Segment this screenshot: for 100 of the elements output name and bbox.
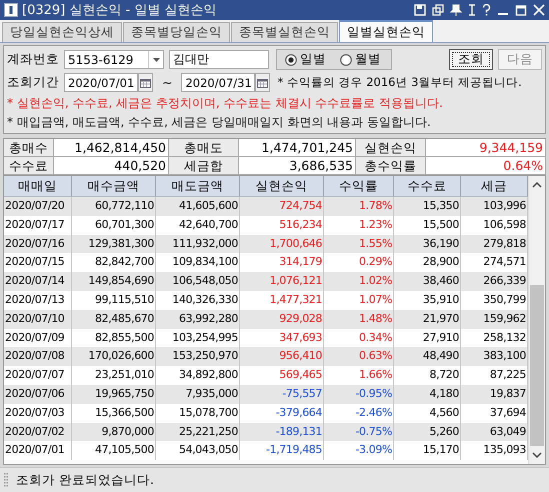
tab[interactable]: 종목별당일손익: [123, 22, 230, 42]
table-cell: 724,754: [240, 197, 324, 216]
scroll-thumb[interactable]: [530, 284, 544, 446]
table-cell: 2020/07/13: [4, 290, 72, 310]
table-cell: 21,970: [394, 310, 461, 329]
table-cell: 19,837: [461, 384, 528, 404]
summary-label: 총수익률: [356, 157, 426, 175]
table-cell: 15,366,500: [72, 404, 156, 423]
table-cell: 2020/07/02: [4, 422, 72, 442]
summary-value: 1,462,814,450: [54, 139, 169, 157]
table-cell: 1.48%: [324, 310, 394, 329]
column-header[interactable]: 매매일: [4, 176, 72, 197]
table-cell: 0.29%: [324, 253, 394, 272]
period-radio[interactable]: 일별: [285, 51, 326, 68]
table-cell: 1.23%: [324, 216, 394, 235]
summary-label: 수수료: [4, 157, 54, 175]
account-dropdown[interactable]: 5153-6129: [64, 50, 164, 69]
column-header[interactable]: 세금: [461, 176, 528, 197]
summary-value: 9,344,159: [426, 139, 546, 157]
table-cell: 87,225: [461, 366, 528, 385]
calendar-icon[interactable]: [140, 78, 151, 88]
column-header[interactable]: 수익률: [324, 176, 394, 197]
table-cell: 140,326,330: [156, 290, 240, 310]
account-name-field[interactable]: 김대만: [169, 50, 269, 69]
table-cell: 279,818: [461, 234, 528, 254]
table-cell: 15,078,700: [156, 404, 240, 423]
scrollbar[interactable]: [528, 176, 545, 464]
table-cell: 2020/07/08: [4, 347, 72, 366]
tab[interactable]: 종목별실현손익: [231, 22, 338, 42]
table-cell: 38,460: [394, 272, 461, 291]
table-cell: 41,605,600: [156, 197, 240, 216]
column-header[interactable]: 매수금액: [72, 176, 156, 197]
search-button[interactable]: 조회: [449, 49, 493, 70]
info-note: * 수익률의 경우 2016년 3월부터 제공됩니다.: [277, 75, 522, 90]
summary-value: 0.64%: [426, 157, 546, 175]
table-cell: 8,720: [394, 366, 461, 385]
table-cell: 19,965,750: [72, 384, 156, 404]
column-header[interactable]: 실현손익: [240, 176, 324, 197]
table-cell: 170,026,600: [72, 347, 156, 366]
help-icon[interactable]: [482, 4, 491, 16]
table-cell: 42,640,700: [156, 216, 240, 235]
period-label: 조회기간: [7, 74, 59, 91]
table-cell: 99,115,510: [72, 290, 156, 310]
table-cell: 383,100: [461, 347, 528, 366]
table-cell: 1.66%: [324, 366, 394, 385]
tab[interactable]: 당일실현손익상세: [2, 22, 122, 42]
table-cell: 2020/07/17: [4, 216, 72, 235]
table-cell: 1,700,646: [240, 234, 324, 254]
table-cell: 82,855,500: [72, 328, 156, 348]
table-cell: 15,170: [394, 441, 461, 460]
table-cell: 2020/07/16: [4, 234, 72, 254]
table-cell: 82,485,670: [72, 310, 156, 329]
maximize-icon[interactable]: [515, 4, 527, 16]
text-cursor-icon[interactable]: [468, 4, 476, 16]
copy-icon[interactable]: [432, 4, 444, 16]
table-cell: -3.09%: [324, 441, 394, 460]
end-date-field[interactable]: 2020/07/31: [181, 73, 256, 92]
summary-value: 3,686,535: [239, 157, 356, 175]
table-cell: 2020/07/09: [4, 328, 72, 348]
table-cell: 350,799: [461, 290, 528, 310]
table-cell: 48,490: [394, 347, 461, 366]
table-cell: 1,076,121: [240, 272, 324, 291]
column-header[interactable]: 매도금액: [156, 176, 240, 197]
table-cell: 7,935,000: [156, 384, 240, 404]
table-cell: 36,190: [394, 234, 461, 254]
summary-label: 실현손익: [356, 139, 426, 157]
table-cell: 103,996: [461, 197, 528, 216]
table-cell: 15,500: [394, 216, 461, 235]
table-cell: 103,254,995: [156, 328, 240, 348]
table-cell: 153,250,970: [156, 347, 240, 366]
table-cell: 4,560: [394, 404, 461, 423]
table-cell: 106,598: [461, 216, 528, 235]
table-cell: 929,028: [240, 310, 324, 329]
table-cell: 149,854,690: [72, 272, 156, 291]
table-cell: 266,339: [461, 272, 528, 291]
summary-label: 세금합: [169, 157, 239, 175]
table-cell: 37,694: [461, 404, 528, 423]
table-cell: -2.46%: [324, 404, 394, 423]
period-radio[interactable]: 월별: [340, 51, 381, 68]
table-cell: 2020/07/14: [4, 272, 72, 291]
start-date-field[interactable]: 2020/07/01: [64, 73, 138, 92]
save-icon[interactable]: [414, 4, 426, 16]
table-cell: -0.95%: [324, 384, 394, 404]
table-cell: 0.63%: [324, 347, 394, 366]
summary-value: 1,474,701,245: [239, 139, 356, 157]
calendar-icon[interactable]: [257, 78, 268, 88]
column-header[interactable]: 수수료: [394, 176, 461, 197]
table-cell: 1.78%: [324, 197, 394, 216]
status-message: 조회가 완료되었습니다.: [16, 472, 154, 488]
table-cell: 25,221,250: [156, 422, 240, 442]
pin-icon[interactable]: [450, 4, 462, 16]
table-cell: 2020/07/20: [4, 197, 72, 216]
close-icon[interactable]: [533, 4, 545, 16]
dropdown-arrow-icon: [152, 58, 160, 62]
table-cell: 2020/07/15: [4, 253, 72, 272]
table-cell: 111,932,000: [156, 234, 240, 254]
table-cell: 9,870,000: [72, 422, 156, 442]
tab[interactable]: 일별실현손익: [339, 20, 433, 42]
table-cell: 129,381,300: [72, 234, 156, 254]
table-cell: 314,179: [240, 253, 324, 272]
